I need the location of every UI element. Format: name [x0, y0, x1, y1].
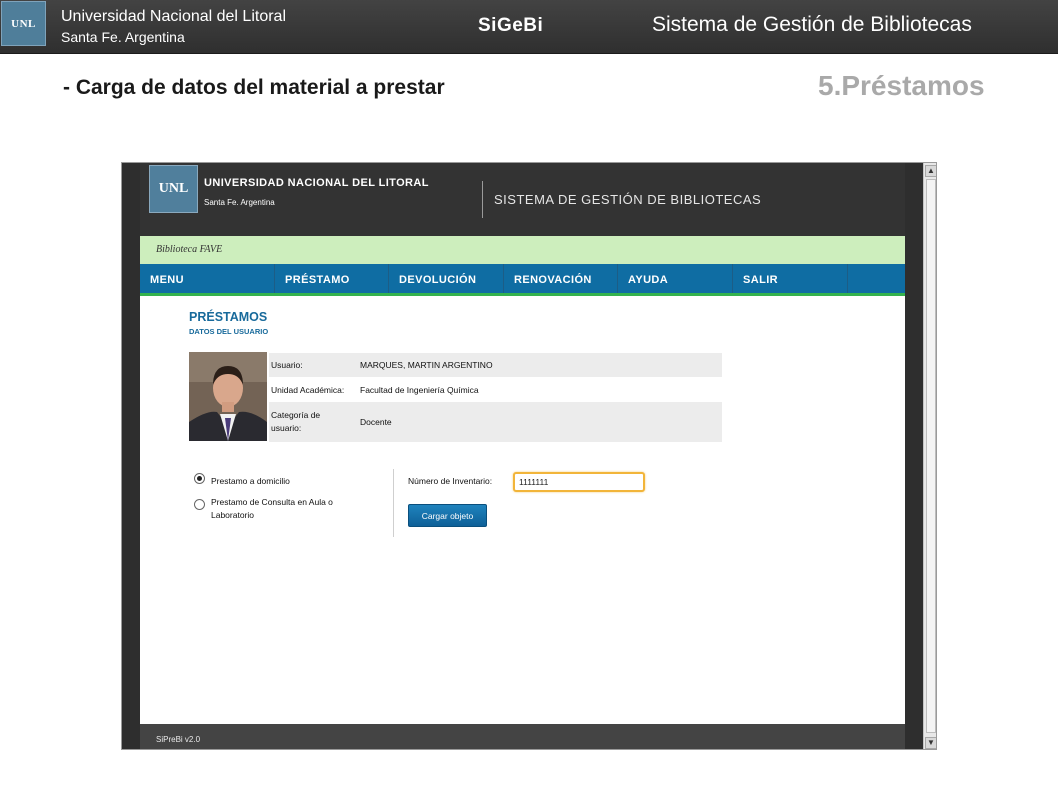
page-margin-right [905, 163, 923, 749]
user-data-table: Usuario: MARQUES, MARTIN ARGENTINO Unida… [269, 353, 722, 442]
nav-item-salir[interactable]: SALIR [733, 264, 848, 293]
library-name: Biblioteca FAVE [156, 244, 223, 255]
table-row: Usuario: MARQUES, MARTIN ARGENTINO [269, 353, 722, 377]
slide-brand: SiGeBi [478, 15, 544, 36]
user-value: MARQUES, MARTIN ARGENTINO [360, 360, 493, 370]
radio-classroom-loan[interactable] [194, 499, 205, 510]
user-photo-image [189, 352, 267, 441]
nav-item-prestamo[interactable]: PRÉSTAMO [275, 264, 389, 293]
user-category-value: Docente [360, 417, 392, 427]
app-logo-text: UNL [158, 181, 189, 196]
app-screenshot: UNL UNIVERSIDAD NACIONAL DEL LITORAL San… [121, 162, 937, 750]
app-header: UNL UNIVERSIDAD NACIONAL DEL LITORAL San… [140, 163, 905, 236]
scroll-down-arrow-icon[interactable]: ▼ [925, 737, 936, 749]
academic-unit-label: Unidad Académica: [271, 385, 345, 395]
app-city: Santa Fe. Argentina [204, 198, 275, 207]
scroll-up-arrow-icon[interactable]: ▲ [925, 165, 936, 177]
academic-unit-value: Facultad de Ingeniería Química [360, 385, 479, 395]
radio-home-loan-label[interactable]: Prestamo a domicilio [211, 475, 290, 488]
radio-classroom-loan-label[interactable]: Prestamo de Consulta en Aula o [211, 496, 333, 509]
radio-classroom-loan-label-cont[interactable]: Laboratorio [211, 509, 254, 522]
app-unl-logo[interactable]: UNL [149, 165, 198, 213]
vertical-scrollbar[interactable]: ▲ ▼ [923, 163, 936, 749]
nav-item-devolucion[interactable]: DEVOLUCIÓN [389, 264, 504, 293]
unl-logo: UNL [1, 1, 46, 46]
nav-item-menu[interactable]: MENU [140, 264, 275, 293]
user-category-label-cont: usuario: [271, 423, 302, 433]
user-label: Usuario: [271, 360, 303, 370]
nav-item-renovacion[interactable]: RENOVACIÓN [504, 264, 618, 293]
table-row: Unidad Académica: Facultad de Ingeniería… [269, 377, 722, 402]
table-row: Categoría de usuario: Docente [269, 402, 722, 442]
page-margin-left [122, 163, 140, 749]
inventory-number-input[interactable] [513, 472, 645, 492]
slide-section-title: 5.Préstamos [818, 70, 985, 101]
radio-home-loan[interactable] [194, 473, 205, 484]
load-object-button[interactable]: Cargar objeto [408, 504, 487, 527]
slide-university-name: Universidad Nacional del Litoral [61, 8, 287, 25]
app-system-title: SISTEMA DE GESTIÓN DE BIBLIOTECAS [494, 192, 762, 207]
page-title: PRÉSTAMOS [189, 310, 268, 324]
slide-system-title: Sistema de Gestión de Bibliotecas [652, 13, 972, 36]
library-bar: Biblioteca FAVE [140, 236, 905, 264]
header-divider [482, 181, 483, 218]
main-nav: MENU PRÉSTAMO DEVOLUCIÓN RENOVACIÓN AYUD… [140, 264, 905, 296]
user-category-label: Categoría de [271, 410, 321, 420]
section-subtitle: DATOS DEL USUARIO [189, 327, 269, 336]
inventory-number-label: Número de Inventario: [408, 476, 493, 486]
scroll-thumb[interactable] [926, 179, 936, 733]
slide-header: UNL Universidad Nacional del Litoral San… [0, 0, 1058, 54]
user-photo [189, 352, 267, 441]
app-version: SiPreBi v2.0 [156, 735, 201, 744]
app-footer: SiPreBi v2.0 [140, 724, 905, 749]
nav-item-ayuda[interactable]: AYUDA [618, 264, 733, 293]
unl-logo-text: UNL [11, 17, 36, 30]
slide-city: Santa Fe. Argentina [61, 29, 185, 45]
app-university-name: UNIVERSIDAD NACIONAL DEL LITORAL [204, 177, 429, 189]
form-separator [393, 469, 394, 537]
slide-subtitle: - Carga de datos del material a prestar [63, 76, 445, 99]
